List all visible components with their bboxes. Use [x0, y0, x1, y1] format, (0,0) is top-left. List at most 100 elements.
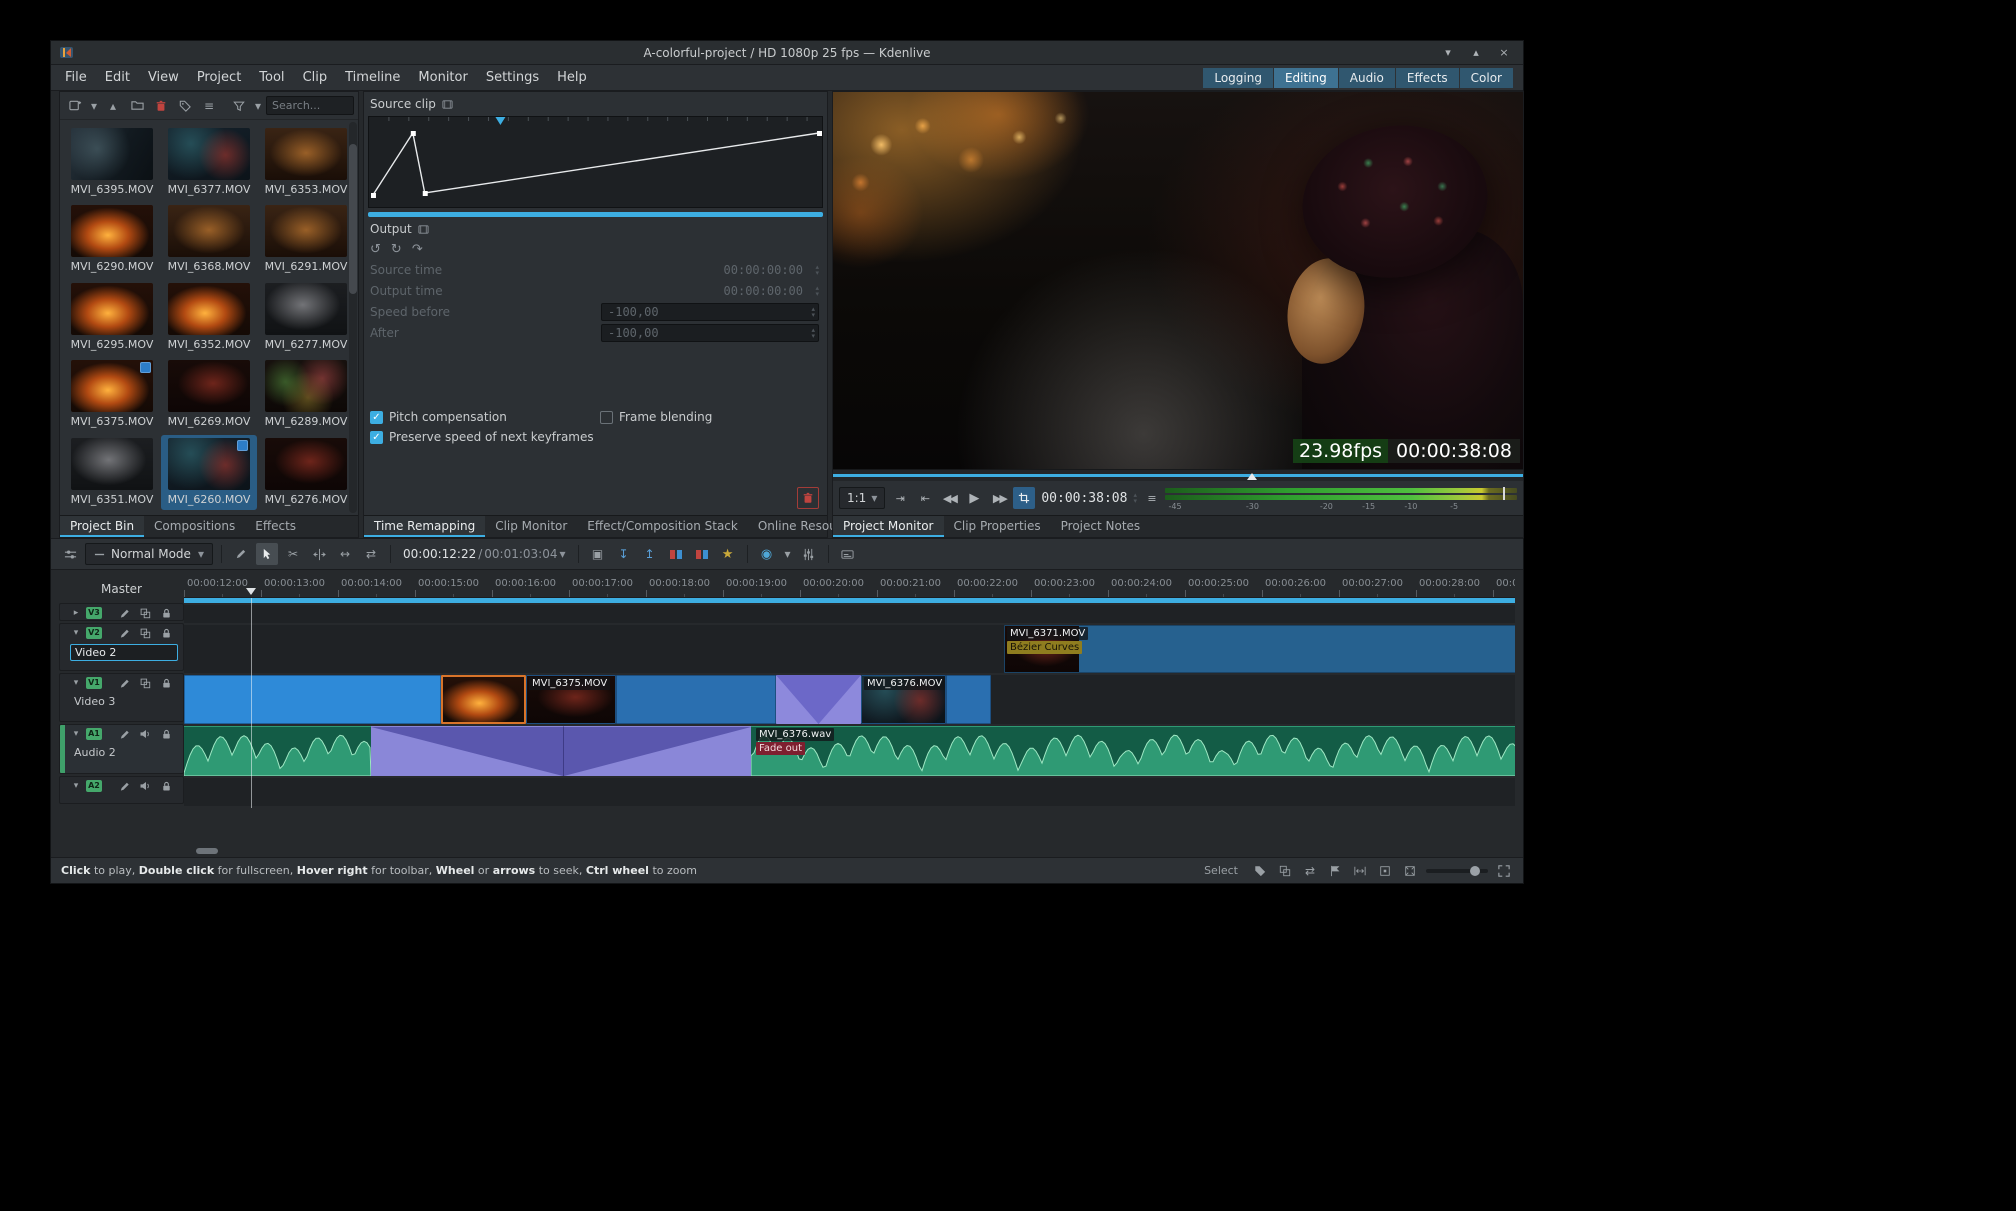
track-badge[interactable]: V2 [86, 627, 102, 639]
tag-button[interactable] [174, 95, 196, 117]
clip-segment-blue[interactable] [946, 675, 991, 724]
track-composite-icon[interactable] [139, 677, 151, 689]
track-lane-a1[interactable]: MVI_6376.wav Fade out [184, 726, 1515, 776]
bin-view-menu-button[interactable]: ≡ [198, 95, 220, 117]
bin-search-input[interactable] [266, 96, 354, 115]
menu-help[interactable]: Help [549, 67, 595, 88]
zoom-out-button[interactable] [1401, 862, 1419, 880]
bin-clip-mvi-6368-mov[interactable]: MVI_6368.MOV [161, 202, 257, 277]
close-button[interactable]: × [1497, 46, 1511, 59]
clip-mvi-6375[interactable]: MVI_6375.MOV [526, 675, 616, 724]
bin-clip-mvi-6291-mov[interactable]: MVI_6291.MOV [258, 202, 354, 277]
parent-folder-button[interactable]: ▴ [102, 95, 124, 117]
track-lock-icon[interactable] [160, 780, 172, 792]
delete-keyframe-button[interactable] [797, 487, 819, 509]
slip-tool-button[interactable]: ⇄ [360, 543, 382, 565]
forward-button[interactable]: ▶▶ [988, 487, 1010, 509]
audio-fade-in-segment[interactable] [563, 726, 751, 776]
workspace-tab-editing[interactable]: Editing [1273, 67, 1338, 88]
playhead-marker[interactable] [246, 588, 256, 595]
tab-time-remapping[interactable]: Time Remapping [364, 516, 486, 537]
bin-clip-mvi-6352-mov[interactable]: MVI_6352.MOV [161, 280, 257, 355]
mix-transition[interactable] [776, 675, 861, 724]
lift-zone-button[interactable]: ↥ [639, 543, 661, 565]
edit-mode-select[interactable]: Normal Mode ▾ [85, 543, 213, 565]
insert-zone-button[interactable]: ↧ [613, 543, 635, 565]
keyframe-prev-icon[interactable]: ↺ [370, 242, 381, 257]
clip-mvi-6375-selected-zone[interactable] [441, 675, 526, 724]
edit-tool-button[interactable] [230, 543, 252, 565]
delete-clip-button[interactable] [150, 95, 172, 117]
menu-tool[interactable]: Tool [251, 67, 292, 88]
tab-effects[interactable]: Effects [245, 516, 306, 537]
selection-tool-button[interactable] [256, 543, 278, 565]
track-header-a1[interactable]: ▾ A1 Audio 2 [59, 724, 184, 774]
playhead-line[interactable] [251, 598, 252, 808]
checkbox-frame-blending[interactable]: Frame blending [600, 407, 810, 427]
track-effects-icon[interactable] [118, 607, 130, 619]
field-input[interactable]: -100,00 ▴ ▾ [601, 302, 819, 321]
track-expand-icon[interactable]: ▾ [70, 628, 82, 638]
zone-out-button[interactable]: ⇤ [913, 487, 935, 509]
keyframe-center-icon[interactable]: ↻ [391, 242, 402, 257]
timeline-hscrollbar-thumb[interactable] [196, 848, 218, 854]
track-mute-icon[interactable] [139, 780, 151, 792]
track-expand-icon[interactable]: ▾ [70, 729, 82, 739]
bin-clip-mvi-6289-mov[interactable]: MVI_6289.MOV [258, 357, 354, 432]
favorite-effects-button[interactable]: ★ [717, 543, 739, 565]
mixer-button[interactable] [798, 543, 820, 565]
spinner[interactable]: ▴ ▾ [815, 284, 819, 297]
bin-clip-mvi-6377-mov[interactable]: MVI_6377.MOV [161, 125, 257, 200]
track-composite-icon[interactable] [139, 627, 151, 639]
track-badge[interactable]: A2 [86, 780, 102, 792]
monitor-timecode[interactable]: 00:00:38:08 [1038, 491, 1130, 506]
track-lock-icon[interactable] [160, 728, 172, 740]
master-button[interactable]: Master [101, 582, 142, 596]
monitor-seekbar[interactable] [833, 469, 1523, 481]
minimize-button[interactable]: ▾ [1441, 46, 1455, 59]
mix-audio-button[interactable]: ⇄ [1301, 862, 1319, 880]
track-badge[interactable]: A1 [86, 728, 102, 740]
bin-clip-mvi-6277-mov[interactable]: MVI_6277.MOV [258, 280, 354, 355]
tab-clip-properties[interactable]: Clip Properties [944, 516, 1051, 537]
zone-mode-toggle[interactable] [1013, 487, 1036, 509]
track-mute-icon[interactable] [139, 728, 151, 740]
track-badge[interactable]: V1 [86, 677, 102, 689]
timeline-ruler[interactable]: 00:00:12:00 00:00:13:00 00:00:14:00 00:00:1… [184, 574, 1515, 598]
zone-in-button[interactable]: ⇥ [888, 487, 910, 509]
save-frame-button[interactable]: ▣ [587, 543, 609, 565]
track-effects-icon[interactable] [118, 780, 130, 792]
bin-clip-mvi-6260-mov[interactable]: MVI_6260.MOV [161, 434, 257, 510]
track-compositing-button[interactable] [1276, 862, 1294, 880]
zone-flag-button[interactable] [1326, 862, 1344, 880]
remap-keyframe-graph[interactable] [368, 116, 823, 208]
bin-clip-mvi-6295-mov[interactable]: MVI_6295.MOV [64, 280, 160, 355]
track-lane-a2[interactable] [184, 778, 1515, 806]
track-lock-icon[interactable] [160, 607, 172, 619]
razor-tool-button[interactable]: ✂ [282, 543, 304, 565]
menu-clip[interactable]: Clip [295, 67, 336, 88]
checkbox-preserve-speed-of-next-keyframes[interactable]: ✓ Preserve speed of next keyframes [370, 427, 800, 447]
menu-timeline[interactable]: Timeline [337, 67, 408, 88]
bin-clip-mvi-6290-mov[interactable]: MVI_6290.MOV [64, 202, 160, 277]
bin-clip-mvi-6276-mov[interactable]: MVI_6276.MOV [258, 435, 354, 510]
workspace-tab-audio[interactable]: Audio [1338, 67, 1395, 88]
bin-scrollbar-thumb[interactable] [349, 144, 357, 294]
tab-clip-monitor[interactable]: Clip Monitor [485, 516, 577, 537]
title-bar[interactable]: A-colorful-project / HD 1080p 25 fps — K… [51, 41, 1523, 65]
rewind-button[interactable]: ◀◀ [938, 487, 960, 509]
menu-settings[interactable]: Settings [478, 67, 547, 88]
menu-project[interactable]: Project [189, 67, 249, 88]
workspace-tab-color[interactable]: Color [1459, 67, 1513, 88]
maximize-button[interactable]: ▴ [1469, 46, 1483, 59]
filter-button[interactable] [228, 95, 250, 117]
zoom-slider-handle[interactable] [1470, 865, 1480, 876]
audio-fade-out-segment[interactable] [371, 726, 563, 776]
keyframe-next-icon[interactable]: ↷ [412, 242, 423, 257]
menu-edit[interactable]: Edit [97, 67, 138, 88]
spacer-tool-button[interactable] [308, 543, 330, 565]
track-lane-v1[interactable]: MVI_6375.MOV MVI_6376.MOV [184, 675, 1515, 724]
track-badge[interactable]: V3 [86, 607, 102, 619]
track-lane-v3[interactable] [184, 605, 1515, 623]
spinner[interactable]: ▴ ▾ [811, 326, 815, 339]
